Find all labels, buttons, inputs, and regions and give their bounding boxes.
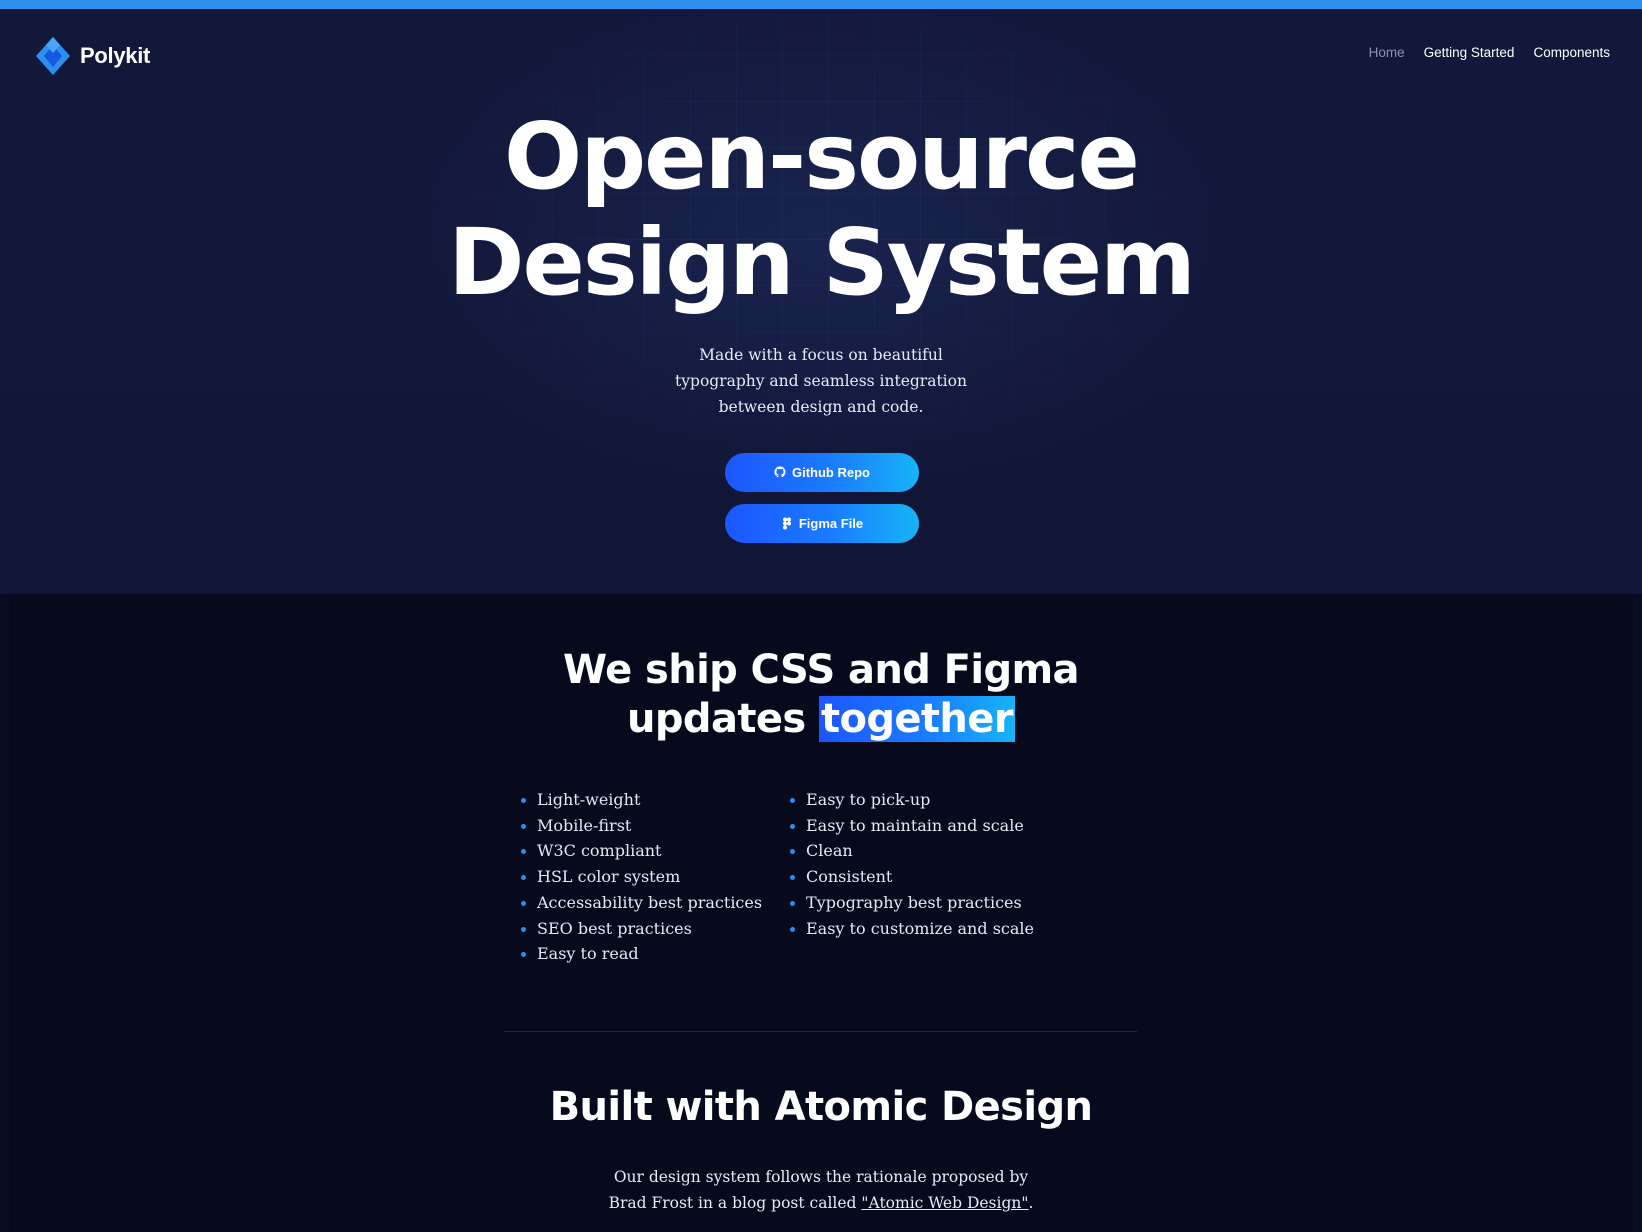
list-item: Consistent (790, 864, 1034, 890)
github-repo-button[interactable]: Github Repo (725, 453, 919, 492)
features-heading-line2: updates (627, 696, 819, 742)
atomic-heading: Built with Atomic Design (549, 1084, 1093, 1130)
github-icon (774, 466, 786, 478)
list-item: Easy to pick-up (790, 787, 1034, 813)
nav-item-getting-started[interactable]: Getting Started (1424, 45, 1515, 60)
list-item: Easy to maintain and scale (790, 813, 1034, 839)
top-nav: Home Getting Started Components (1369, 45, 1610, 60)
features-heading-line1: We ship CSS and Figma (563, 647, 1080, 693)
atomic-web-design-link[interactable]: "Atomic Web Design" (861, 1194, 1028, 1212)
hero-title-line2: Design System (448, 209, 1196, 316)
figma-icon (782, 517, 791, 530)
nav-item-home[interactable]: Home (1369, 45, 1405, 60)
top-accent-bar (0, 0, 1642, 9)
hero-subtitle-line1: Made with a focus on beautiful (699, 346, 943, 364)
list-item: HSL color system (521, 864, 762, 890)
list-item: Typography best practices (790, 890, 1034, 916)
list-item: Mobile-first (521, 813, 762, 839)
features-list-right: Easy to pick-up Easy to maintain and sca… (790, 787, 1034, 941)
hero-subtitle-line3: between design and code. (718, 398, 924, 416)
list-item: Clean (790, 838, 1034, 864)
hero-subtitle-line2: typography and seamless integration (675, 372, 967, 390)
hero-subtitle: Made with a focus on beautiful typograph… (621, 342, 1021, 420)
list-item: SEO best practices (521, 916, 762, 942)
atomic-text-period: . (1028, 1194, 1034, 1212)
section-divider (504, 1031, 1137, 1032)
list-item: Easy to customize and scale (790, 916, 1034, 942)
list-item: Accessability best practices (521, 890, 762, 916)
highlighted-word: together (818, 696, 1015, 742)
polykit-logo-icon (36, 37, 70, 75)
atomic-description: Our design system follows the rationale … (571, 1164, 1071, 1216)
brand-name: Polykit (80, 43, 151, 68)
figma-file-button[interactable]: Figma File (725, 504, 919, 543)
atomic-text-line2: Brad Frost in a blog post called (608, 1194, 862, 1212)
hero-title-line1: Open-source (504, 103, 1140, 210)
features-heading: We ship CSS and Figma updates together (0, 646, 1642, 744)
logo[interactable]: Polykit (32, 35, 150, 77)
hero-title: Open-source Design System (0, 104, 1642, 316)
atomic-text-line1: Our design system follows the rationale … (613, 1168, 1029, 1186)
hero-section: Polykit Home Getting Started Components … (0, 9, 1642, 594)
list-item: Light-weight (521, 787, 762, 813)
github-repo-label: Github Repo (792, 465, 870, 480)
nav-item-components[interactable]: Components (1533, 45, 1610, 60)
list-item: Easy to read (521, 941, 762, 967)
figma-file-label: Figma File (798, 516, 864, 531)
list-item: W3C compliant (521, 838, 762, 864)
features-list-left: Light-weight Mobile-first W3C compliant … (521, 787, 762, 967)
